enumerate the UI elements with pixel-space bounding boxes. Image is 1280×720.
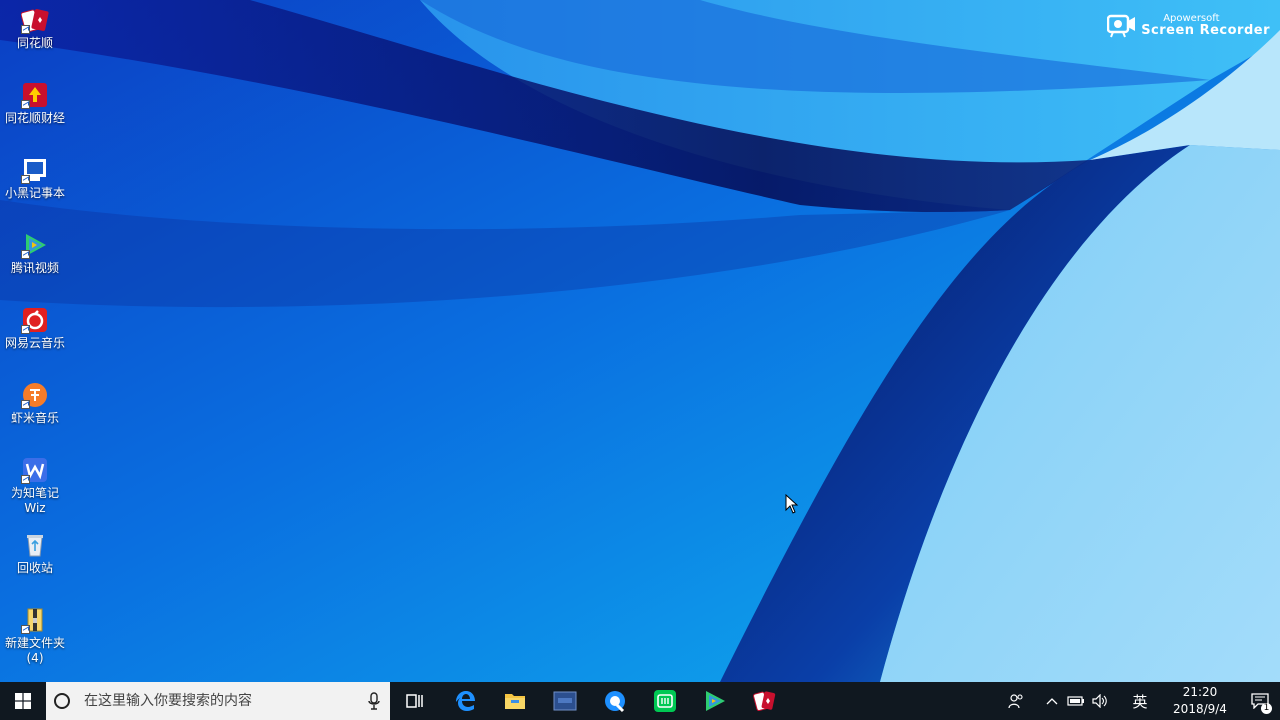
screen-app-icon [553, 691, 577, 711]
battery-button[interactable] [1064, 682, 1088, 720]
windows-logo-icon [15, 693, 31, 709]
file-explorer-icon [505, 694, 525, 709]
taskbar-search-box[interactable] [46, 682, 390, 720]
clock-time: 21:20 [1182, 685, 1218, 699]
people-icon [1008, 694, 1023, 709]
input-method-indicator[interactable]: 英 [1120, 691, 1160, 712]
recycle-bin-icon [27, 535, 43, 557]
volume-button[interactable] [1088, 682, 1112, 720]
start-button[interactable] [0, 682, 46, 720]
desktop-icon-label: 虾米音乐 [10, 411, 59, 425]
desktop-icon-label: 新建文件夹 (4) [4, 636, 65, 665]
people-button[interactable] [1004, 682, 1028, 720]
task-view-button[interactable] [390, 682, 440, 720]
recorder-button[interactable] [590, 682, 640, 720]
desktop-icon-label: 小黑记事本 [4, 186, 65, 200]
cortana-icon [54, 693, 70, 709]
desktop-icon-notepad[interactable]: 小黑记事本 [0, 156, 70, 201]
system-tray: 英 21:20 2018/9/4 1 [1004, 682, 1280, 720]
mouse-cursor-icon [785, 494, 799, 514]
desktop-icon-label: 为知笔记 Wiz [10, 486, 59, 515]
edge-icon [456, 691, 475, 711]
desktop-icon-label: 同花顺财经 [4, 111, 65, 125]
battery-icon [1067, 696, 1084, 706]
show-hidden-icons-button[interactable] [1040, 682, 1064, 720]
apowersoft-watermark: Apowersoft Screen Recorder [1107, 12, 1270, 38]
screen-app-button[interactable] [540, 682, 590, 720]
desktop-icon-netease-music[interactable]: 网易云音乐 [0, 306, 70, 351]
edge-button[interactable] [440, 682, 490, 720]
desktop-icon-label: 同花顺 [16, 36, 53, 50]
desktop-icon-tonghuashun-finance[interactable]: 同花顺财经 [0, 81, 70, 126]
tonghuashun-icon [753, 691, 776, 712]
iqiyi-button[interactable] [640, 682, 690, 720]
desktop-icon-tonghuashun[interactable]: 同花顺 [0, 6, 70, 51]
tonghuashun-button[interactable] [740, 682, 790, 720]
search-input[interactable] [82, 692, 368, 710]
file-explorer-button[interactable] [490, 682, 540, 720]
desktop-icon-label: 回收站 [16, 561, 53, 575]
desktop-icon-recycle-bin[interactable]: 回收站 [0, 531, 70, 576]
desktop-icon-xiami-music[interactable]: 虾米音乐 [0, 381, 70, 426]
chevron-up-icon [1046, 698, 1058, 705]
desktop-icon-label: 网易云音乐 [4, 336, 65, 350]
taskbar-clock[interactable]: 21:20 2018/9/4 [1160, 684, 1240, 718]
recorder-icon [605, 691, 625, 713]
tencent-video-button[interactable] [690, 682, 740, 720]
tencent-video-icon [706, 691, 725, 711]
desktop-icon-label: 腾讯视频 [10, 261, 59, 275]
iqiyi-icon [654, 690, 676, 712]
desktop-wallpaper [0, 0, 1280, 682]
camera-icon [1107, 14, 1136, 38]
clock-date: 2018/9/4 [1173, 702, 1227, 716]
desktop-icon-tencent-video[interactable]: 腾讯视频 [0, 231, 70, 276]
desktop-icon-new-folder[interactable]: 新建文件夹 (4) [0, 606, 70, 666]
action-center-button[interactable]: 1 [1240, 682, 1280, 720]
speaker-icon [1092, 694, 1107, 708]
task-view-icon [406, 694, 423, 708]
watermark-brand-big: Screen Recorder [1141, 23, 1270, 38]
taskbar: 英 21:20 2018/9/4 1 [0, 682, 1280, 720]
desktop-icon-wiz-note[interactable]: 为知笔记 Wiz [0, 456, 70, 516]
microphone-icon[interactable] [368, 692, 380, 710]
notification-count-badge: 1 [1261, 703, 1272, 714]
